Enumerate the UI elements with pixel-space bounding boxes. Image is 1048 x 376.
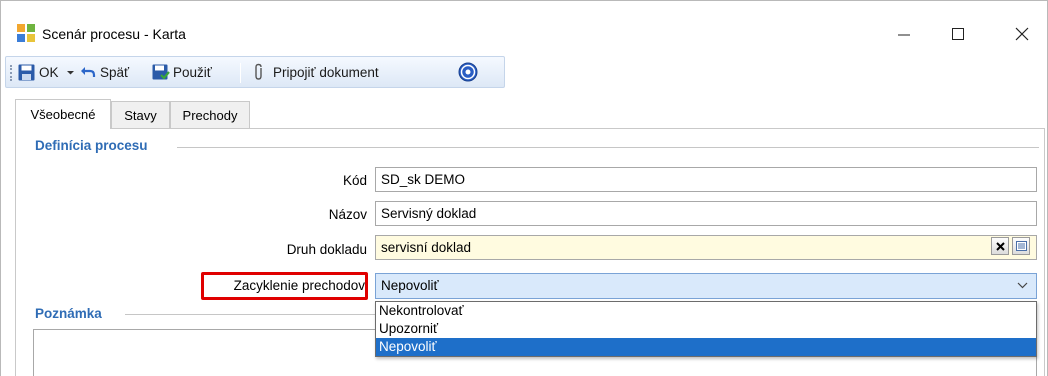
option-nekontrolovat[interactable]: Nekontrolovať	[376, 302, 1036, 320]
zacyklenie-dropdown-list: Nekontrolovať Upozorniť Nepovoliť	[375, 301, 1037, 357]
group-title-definicia: Definícia procesu	[35, 138, 156, 153]
undo-icon	[81, 67, 96, 77]
tab-stavy[interactable]: Stavy	[111, 101, 170, 128]
save-icon	[18, 64, 35, 80]
tab-label: Všeobecné	[30, 107, 96, 122]
apply-label: Použiť	[173, 64, 212, 80]
group-title-poznamka: Poznámka	[35, 306, 110, 321]
clear-button[interactable]	[991, 237, 1009, 255]
close-icon	[1015, 27, 1029, 41]
close-button[interactable]	[999, 15, 1045, 53]
kod-label: Kód	[342, 173, 367, 188]
process-scenario-window: Scenár procesu - Karta OK Späť Použiť Pr…	[0, 0, 1048, 376]
apply-icon	[152, 64, 170, 80]
attach-label: Pripojiť dokument	[273, 64, 379, 80]
minimize-icon	[898, 34, 910, 36]
nazov-label: Názov	[328, 207, 367, 222]
minimize-button[interactable]	[881, 15, 927, 53]
chevron-down-icon	[1017, 282, 1028, 289]
druh-dokladu-label: Druh dokladu	[286, 242, 367, 257]
option-nepovolit[interactable]: Nepovoliť	[376, 338, 1036, 356]
back-label: Späť	[100, 64, 130, 80]
option-upozornit[interactable]: Upozorniť	[376, 320, 1036, 338]
ok-label: OK	[39, 64, 59, 80]
dropdown-arrow-icon	[67, 70, 74, 74]
group-divider	[125, 314, 375, 315]
lookup-button[interactable]	[1012, 237, 1030, 255]
clear-icon	[995, 241, 1005, 251]
tab-vseobecne[interactable]: Všeobecné	[15, 99, 111, 129]
group-divider	[177, 147, 1039, 148]
nazov-input[interactable]: Servisný doklad	[375, 201, 1037, 226]
window-title: Scenár procesu - Karta	[42, 26, 186, 42]
list-icon	[1015, 241, 1027, 251]
toolbar: OK Späť Použiť Pripojiť dokument	[5, 56, 505, 88]
toolbar-separator	[240, 63, 241, 83]
title-bar: Scenár procesu - Karta	[1, 1, 1047, 53]
ok-button[interactable]: OK	[18, 57, 59, 87]
maximize-icon	[952, 28, 964, 40]
maximize-button[interactable]	[935, 15, 981, 53]
zacyklenie-label: Zacyklenie prechodov	[233, 278, 365, 293]
zacyklenie-select[interactable]: Nepovoliť	[375, 273, 1037, 299]
app-icon	[17, 24, 35, 42]
ok-dropdown-button[interactable]	[66, 57, 75, 87]
kod-input[interactable]: SD_sk DEMO	[375, 167, 1037, 192]
tab-label: Stavy	[124, 107, 157, 123]
back-button[interactable]: Späť	[80, 57, 129, 87]
help-icon	[458, 62, 478, 82]
druh-dokladu-input[interactable]: servisní doklad	[375, 235, 1037, 260]
help-button[interactable]	[458, 57, 478, 87]
attach-document-button[interactable]: Pripojiť dokument	[252, 57, 379, 87]
tab-prechody[interactable]: Prechody	[170, 101, 250, 128]
tab-label: Prechody	[182, 107, 238, 123]
zacyklenie-value: Nepovoliť	[381, 278, 439, 293]
apply-button[interactable]: Použiť	[152, 57, 212, 87]
paperclip-icon	[255, 63, 262, 80]
toolbar-grip[interactable]	[10, 65, 13, 81]
